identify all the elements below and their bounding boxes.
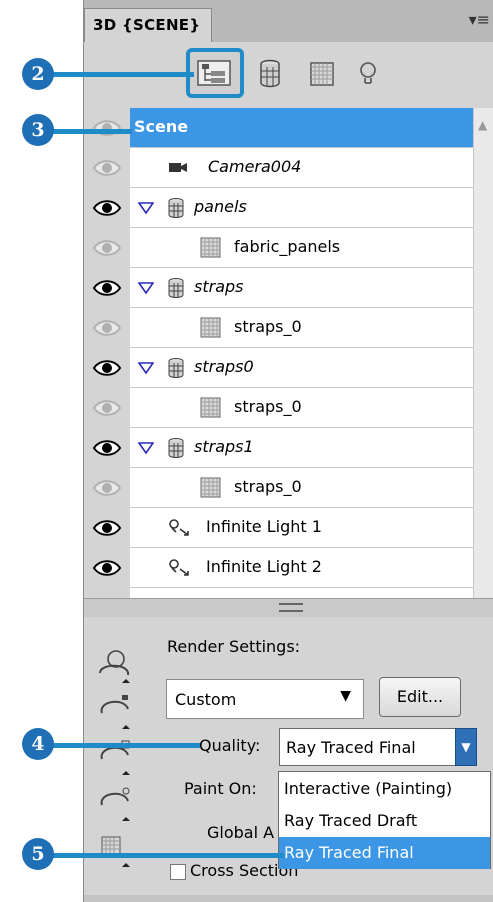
layer-row[interactable]: Scene [84,108,474,148]
scale-light-tool-icon[interactable] [94,829,136,871]
chevron-down-icon: ▼ [340,688,351,704]
infinite-light-icon [169,559,189,576]
paint-on-label: Paint On: [184,779,257,798]
layer-row[interactable]: Infinite Light 2 [84,548,474,588]
scroll-up-arrow-icon[interactable]: ▲ [478,118,487,132]
camera-icon [169,163,187,172]
mesh-cylinder-icon [168,198,184,218]
cross-section-checkbox[interactable] [170,864,186,880]
visibility-eye-icon[interactable] [92,475,122,501]
layer-row[interactable]: panels [84,188,474,228]
visibility-eye-icon[interactable] [92,195,122,221]
callout-4-line [44,743,200,748]
mesh-cylinder-icon [168,278,184,298]
layer-row[interactable]: Camera004 [84,148,474,188]
lights-filter-button[interactable] [348,54,388,94]
quality-option-draft[interactable]: Ray Traced Draft [279,805,490,837]
meshes-filter-button[interactable] [250,54,290,94]
tab-label: 3D {SCENE} [93,16,201,34]
layer-row[interactable]: straps_0 [84,308,474,348]
layer-label: Infinite Light 1 [206,517,322,536]
layer-label: straps_0 [234,397,302,416]
callout-4-badge: 4 [22,728,54,760]
quality-option-final[interactable]: Ray Traced Final [279,837,490,869]
lightbulb-icon [360,62,376,84]
layer-label: Scene [134,117,189,136]
quality-dropdown-list: Interactive (Painting) Ray Traced Draft … [278,771,491,869]
mesh-cylinder-icon [260,59,280,88]
layer-label: straps1 [194,437,254,456]
render-preset-value: Custom [175,690,237,709]
material-grid-icon [200,397,221,418]
callout-5-badge: 5 [22,838,54,870]
bottom-strip [84,895,493,902]
orbit-light-tool-icon[interactable] [94,645,136,687]
visibility-eye-icon[interactable] [92,115,122,141]
panel-tab-bar: 3D {SCENE} ▾≡ [84,0,493,42]
global-ambient-label: Global A [207,823,275,842]
quality-option-interactive[interactable]: Interactive (Painting) [279,773,490,805]
material-grid-icon [200,237,221,258]
layer-row[interactable]: straps_0 [84,388,474,428]
render-settings-label: Render Settings: [167,637,301,656]
quality-value: Ray Traced Final [286,738,416,757]
layer-label: fabric_panels [234,237,341,256]
scene-filter-button[interactable] [186,48,244,98]
materials-filter-button[interactable] [302,54,342,94]
mesh-cylinder-icon [168,358,184,378]
callout-2-badge: 2 [22,58,54,90]
expand-triangle-icon[interactable] [138,362,154,374]
visibility-eye-icon[interactable] [92,355,122,381]
layer-row[interactable]: straps1 [84,428,474,468]
material-grid-icon [310,62,334,86]
panel-menu-icon[interactable]: ▾≡ [469,10,490,29]
layer-row[interactable]: fabric_panels [84,228,474,268]
rotate-light-tool-icon[interactable] [94,691,136,733]
infinite-light-icon [169,519,189,536]
layer-label: panels [194,197,247,216]
callout-3-line [44,129,132,134]
row-divider [130,587,474,588]
callout-5-line [44,853,284,858]
visibility-eye-icon[interactable] [92,435,122,461]
list-scrollbar[interactable]: ▲ [473,108,493,598]
callout-3-badge: 3 [22,114,54,146]
expand-triangle-icon[interactable] [138,442,154,454]
visibility-eye-icon[interactable] [92,315,122,341]
visibility-eye-icon[interactable] [92,275,122,301]
3d-scene-panel: 3D {SCENE} ▾≡ Scene Camera004 panels fab… [83,0,493,902]
material-grid-icon [200,317,221,338]
layer-row[interactable]: straps [84,268,474,308]
slide-light-tool-icon[interactable] [94,783,136,825]
layer-label: straps_0 [234,317,302,336]
visibility-eye-icon[interactable] [92,515,122,541]
scene-layer-list: Scene Camera004 panels fabric_panelsstraps s… [84,108,493,598]
scene-tree-icon [197,60,231,86]
render-preset-select[interactable]: Custom ▼ [166,679,364,719]
splitter-grip-icon[interactable] [279,603,303,612]
layer-label: straps_0 [234,477,302,496]
expand-triangle-icon[interactable] [138,282,154,294]
layer-row[interactable]: Infinite Light 1 [84,508,474,548]
quality-label: Quality: [199,736,261,755]
layer-label: straps [194,277,244,296]
layer-label: Camera004 [208,157,302,176]
quality-select[interactable]: Ray Traced Final ▼ [279,728,477,766]
visibility-eye-icon[interactable] [92,395,122,421]
visibility-eye-icon[interactable] [92,155,122,181]
callout-2-line [44,72,194,77]
visibility-eye-icon[interactable] [92,555,122,581]
edit-render-settings-button[interactable]: Edit... [379,677,461,717]
visibility-eye-icon[interactable] [92,235,122,261]
layer-row[interactable]: straps0 [84,348,474,388]
layer-label: Infinite Light 2 [206,557,322,576]
material-grid-icon [200,477,221,498]
mesh-cylinder-icon [168,438,184,458]
panel-splitter[interactable] [84,598,493,617]
expand-triangle-icon[interactable] [138,202,154,214]
chevron-down-icon[interactable]: ▼ [455,728,477,766]
tab-3d-scene[interactable]: 3D {SCENE} [84,8,212,42]
layer-row[interactable]: straps_0 [84,468,474,508]
layer-label: straps0 [194,357,254,376]
